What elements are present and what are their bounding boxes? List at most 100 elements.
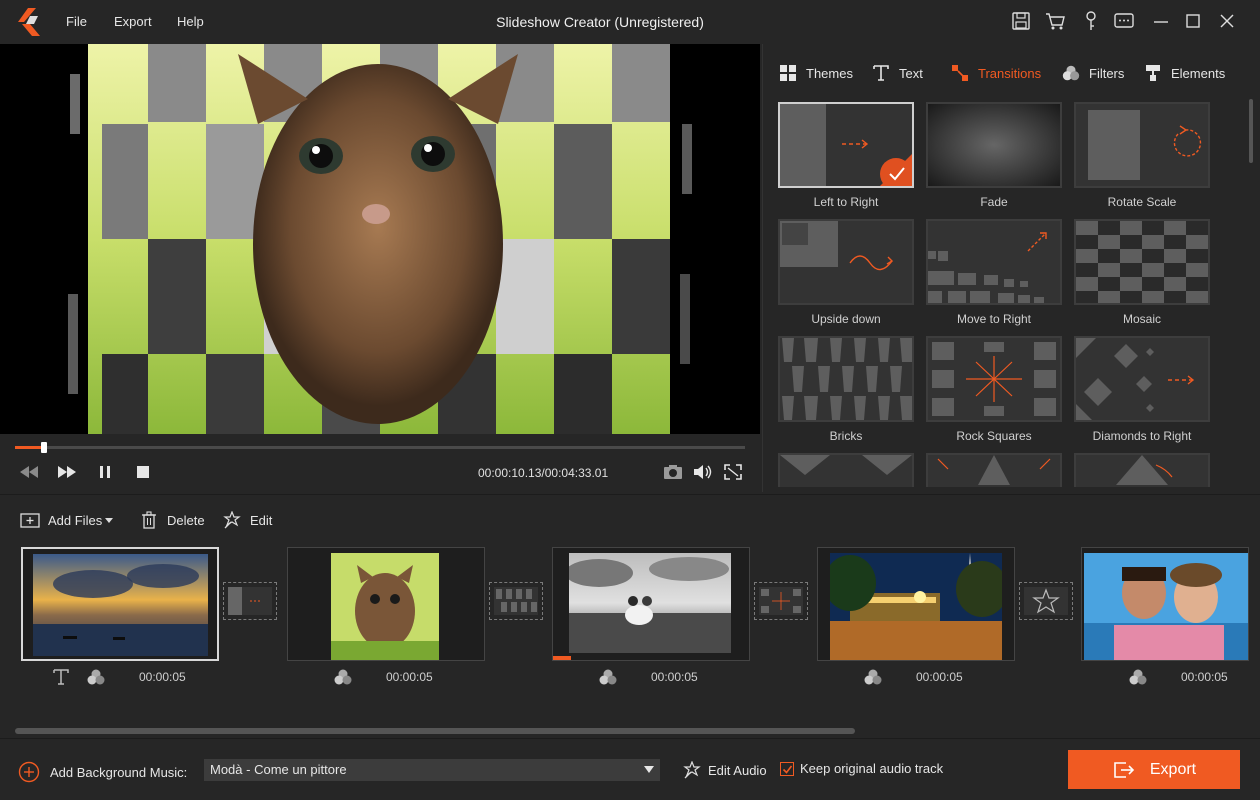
save-icon[interactable] [1010, 10, 1032, 32]
app-logo-icon [18, 8, 40, 36]
timeline-clip[interactable] [287, 547, 485, 661]
menu-file[interactable]: File [66, 14, 87, 29]
checkbox[interactable] [780, 761, 794, 776]
background-music-value: Modà - Come un pittore [210, 762, 347, 777]
tab-elements[interactable]: Elements [1143, 62, 1225, 84]
transition-slot[interactable] [754, 582, 808, 620]
clip-duration: 00:00:05 [651, 670, 698, 684]
transition-tile-row4-2[interactable] [926, 453, 1062, 487]
rewind-icon[interactable] [18, 462, 40, 482]
delete-label: Delete [167, 512, 205, 528]
menu-export[interactable]: Export [114, 14, 152, 29]
transition-bricks[interactable]: Bricks [778, 336, 914, 443]
transition-diamonds-to-right[interactable]: Diamonds to Right [1074, 336, 1210, 443]
stop-icon[interactable] [132, 462, 154, 482]
edit-button[interactable]: Edit [222, 511, 272, 529]
clip-meta: 00:00:05 [48, 668, 228, 688]
tab-transitions[interactable]: Transitions [950, 62, 1041, 84]
effects-panel: Themes Text Transitions Filters Elements [762, 44, 1260, 492]
transition-slot[interactable] [1019, 582, 1073, 620]
chevron-down-icon [644, 766, 654, 773]
filters-icon [1062, 65, 1080, 81]
timeline-scrollbar[interactable] [15, 728, 855, 734]
cart-icon[interactable] [1044, 10, 1066, 32]
add-files-icon [20, 513, 40, 528]
keep-original-audio-checkbox[interactable]: Keep original audio track [780, 761, 943, 776]
snapshot-camera-icon[interactable] [662, 462, 684, 482]
tab-themes[interactable]: Themes [778, 62, 853, 84]
transition-label: Mosaic [1122, 312, 1161, 326]
volume-icon[interactable] [692, 462, 714, 482]
rotate-scale-preview-icon [1088, 110, 1202, 180]
edit-wand-icon [683, 761, 701, 779]
key-icon[interactable] [1080, 10, 1102, 32]
preview-frame-image [88, 44, 670, 434]
fullscreen-icon[interactable] [722, 462, 744, 482]
transition-label: Diamonds to Right [1092, 429, 1192, 443]
background-music-select[interactable]: Modà - Come un pittore [204, 759, 660, 781]
check-icon [782, 765, 793, 774]
selfie-thumbnail [1084, 553, 1248, 660]
delete-button[interactable]: Delete [139, 511, 205, 529]
window-title: Slideshow Creator (Unregistered) [496, 14, 704, 30]
clip-meta: 00:00:05 [1081, 668, 1251, 688]
edit-label: Edit [250, 512, 273, 528]
maximize-icon[interactable] [1182, 10, 1204, 32]
tab-text[interactable]: Text [871, 62, 923, 84]
transition-preview-icon [1116, 455, 1173, 485]
transition-upside-down[interactable]: Upside down [778, 219, 914, 326]
export-button[interactable]: Export [1068, 750, 1240, 789]
add-files-button[interactable]: Add Files [20, 511, 114, 529]
transition-mosaic[interactable]: Mosaic [1074, 219, 1210, 326]
transition-slot[interactable] [223, 582, 277, 620]
add-files-label: Add Files [48, 512, 103, 528]
text-icon[interactable] [51, 668, 71, 686]
pause-icon[interactable] [94, 462, 116, 482]
transition-rotate-scale[interactable]: Rotate Scale [1074, 102, 1210, 209]
filter-icon[interactable] [598, 668, 618, 686]
tab-text-label: Text [899, 65, 923, 81]
transition-rock-squares[interactable]: Rock Squares [926, 336, 1062, 443]
progress-handle[interactable] [41, 442, 47, 453]
kitten-thumbnail [331, 553, 439, 660]
transition-fade[interactable]: Fade [926, 102, 1062, 209]
timeline-clip[interactable] [817, 547, 1015, 661]
chevron-down-icon [105, 518, 114, 523]
fade-preview-icon [928, 104, 1060, 186]
transition-tile-row4-1[interactable] [778, 453, 914, 487]
export-icon [1114, 761, 1135, 778]
timeline-clip[interactable] [1081, 547, 1249, 661]
transition-tile-row4-3[interactable] [1074, 453, 1210, 487]
transition-preview-icon [780, 455, 912, 475]
transition-preview-icon [937, 455, 1051, 485]
transition-slot[interactable] [489, 582, 543, 620]
menu-help[interactable]: Help [177, 14, 204, 29]
transition-label: Rock Squares [956, 429, 1032, 443]
video-preview[interactable] [0, 44, 760, 434]
fast-forward-icon[interactable] [56, 462, 78, 482]
playback-timecode: 00:00:10.13/00:04:33.01 [478, 466, 609, 480]
timeline-clip[interactable] [21, 547, 219, 661]
edit-audio-label: Edit Audio [708, 762, 767, 778]
transition-left-to-right[interactable]: Left to Right [778, 102, 914, 209]
sunset-thumbnail [33, 554, 208, 656]
couple-bw-thumbnail [569, 553, 731, 653]
transition-move-to-right[interactable]: Move to Right [926, 219, 1062, 326]
transition-fragment-left [68, 74, 80, 394]
timeline-clip[interactable] [552, 547, 750, 661]
add-background-music-button[interactable]: Add Background Music: [18, 761, 187, 783]
filter-icon[interactable] [863, 668, 883, 686]
rock-squares-transition-icon [759, 587, 803, 615]
left-to-right-transition-icon [228, 587, 272, 615]
filter-icon[interactable] [86, 668, 106, 686]
edit-audio-button[interactable]: Edit Audio [682, 761, 767, 779]
tab-filters[interactable]: Filters [1061, 62, 1124, 84]
minimize-icon[interactable] [1150, 10, 1172, 32]
filter-icon[interactable] [333, 668, 353, 686]
feedback-icon[interactable] [1113, 10, 1135, 32]
panel-scrollbar[interactable] [1249, 99, 1253, 163]
close-icon[interactable] [1216, 10, 1238, 32]
filter-icon[interactable] [1128, 668, 1148, 686]
playback-progress-bar[interactable] [15, 442, 745, 453]
add-background-music-label: Add Background Music: [50, 764, 188, 780]
